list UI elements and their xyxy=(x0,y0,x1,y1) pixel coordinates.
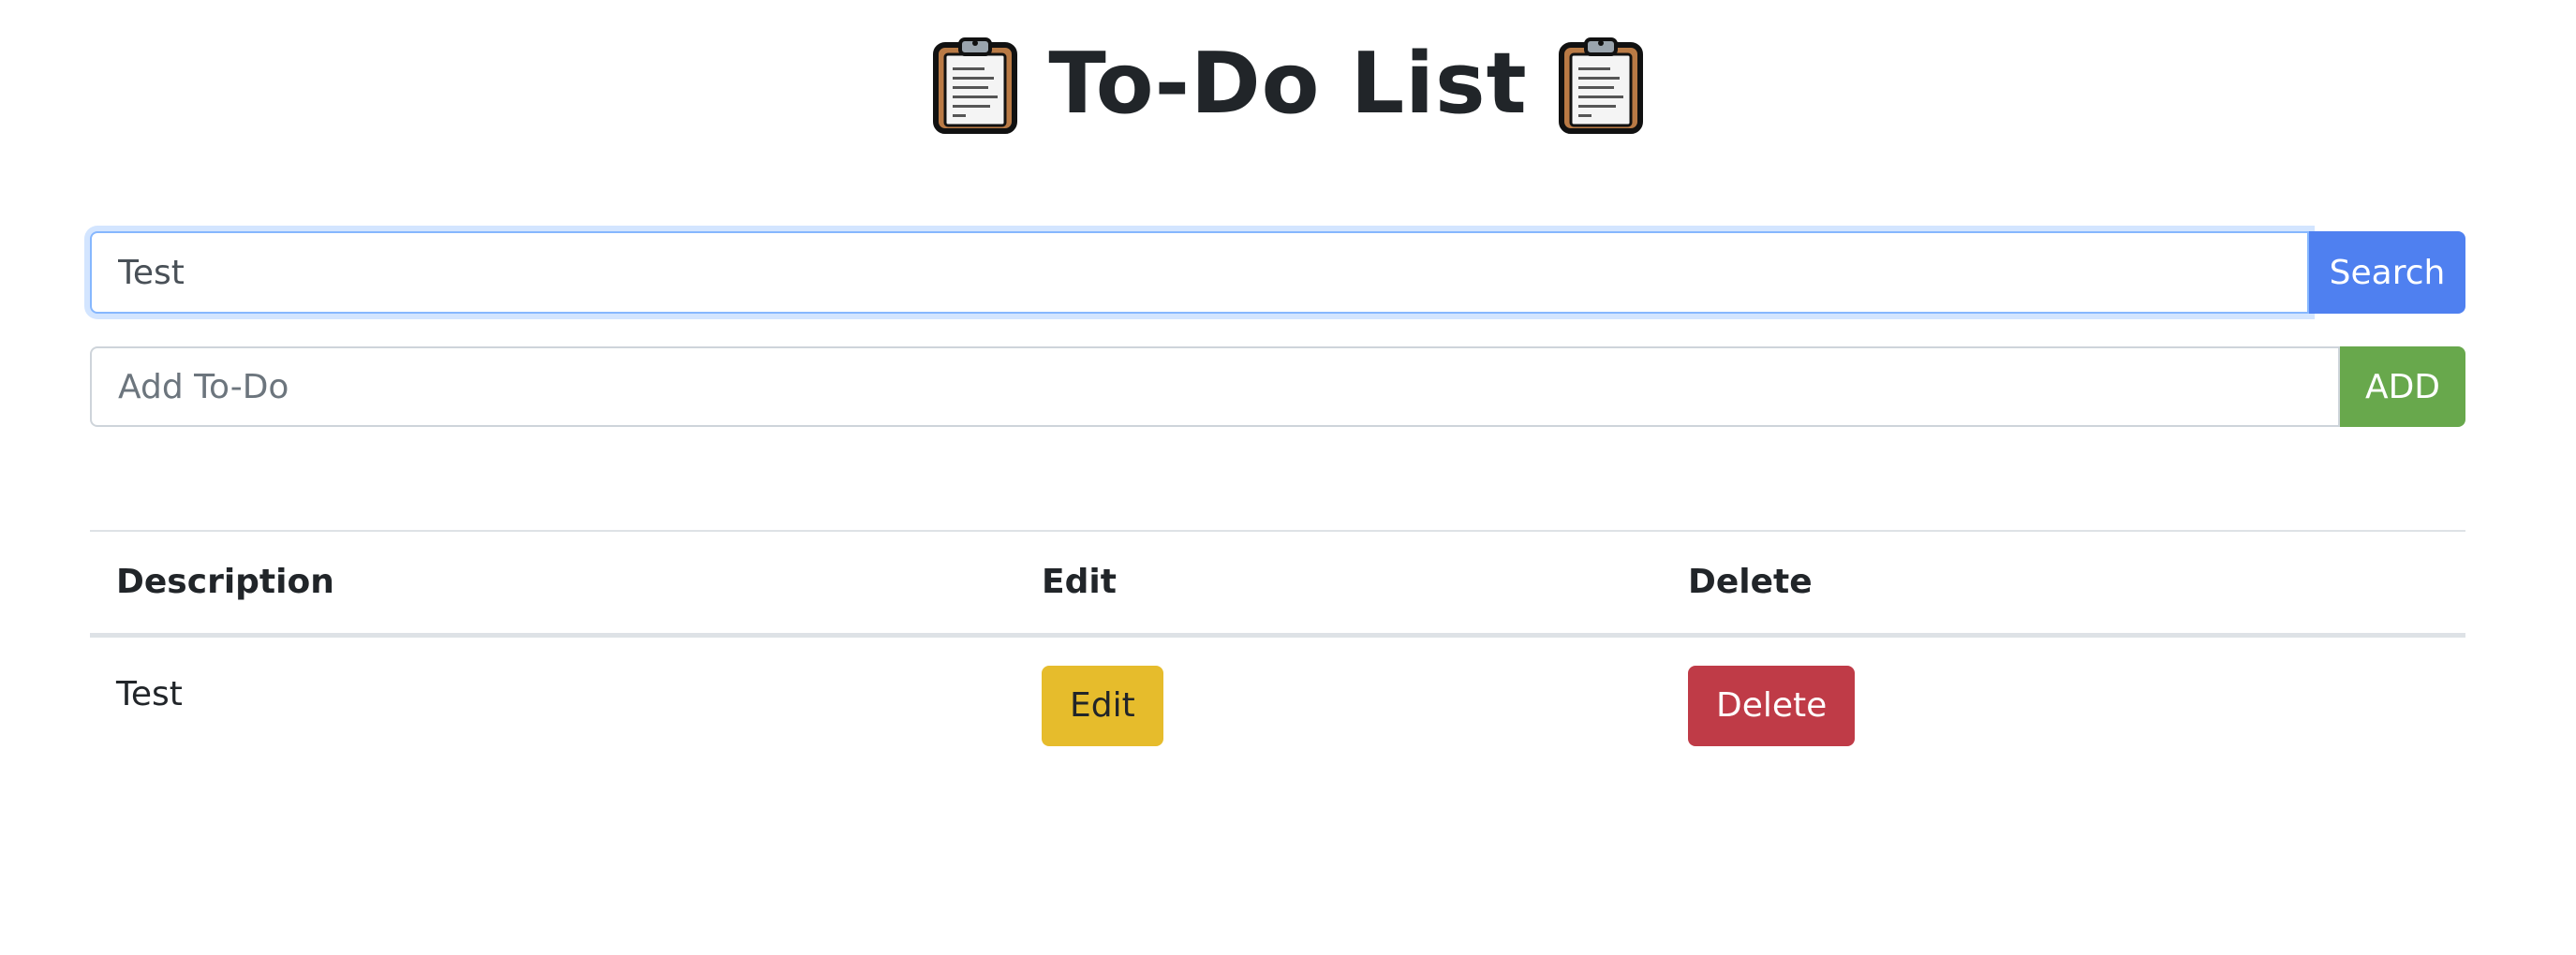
search-button[interactable]: Search xyxy=(2309,231,2465,314)
clipboard-icon xyxy=(932,34,1018,135)
page-header: To-Do List xyxy=(0,28,2576,140)
add-todo-input[interactable] xyxy=(90,346,2340,427)
todo-page: To-Do List Search ADD xyxy=(0,0,2576,955)
search-bar: Search xyxy=(90,231,2465,314)
todo-description: Test xyxy=(116,674,183,713)
delete-button[interactable]: Delete xyxy=(1688,665,1856,746)
table-header-row: Description Edit Delete xyxy=(90,532,2465,638)
add-button[interactable]: ADD xyxy=(2340,346,2465,427)
edit-button[interactable]: Edit xyxy=(1042,665,1163,746)
add-todo-bar: ADD xyxy=(90,346,2465,427)
page-title: To-Do List xyxy=(1048,35,1528,133)
todo-table-container: Description Edit Delete Test Edit Delete xyxy=(90,530,2465,747)
clipboard-icon xyxy=(1558,34,1644,135)
todo-table: Description Edit Delete Test Edit Delete xyxy=(90,532,2465,747)
column-header-edit: Edit xyxy=(1015,532,1662,638)
column-header-description: Description xyxy=(90,532,1015,638)
column-header-delete: Delete xyxy=(1662,532,2465,638)
search-input[interactable] xyxy=(90,231,2309,314)
table-row: Test Edit Delete xyxy=(90,635,2465,747)
edit-cell: Edit xyxy=(1015,635,1662,747)
delete-cell: Delete xyxy=(1662,635,2465,747)
